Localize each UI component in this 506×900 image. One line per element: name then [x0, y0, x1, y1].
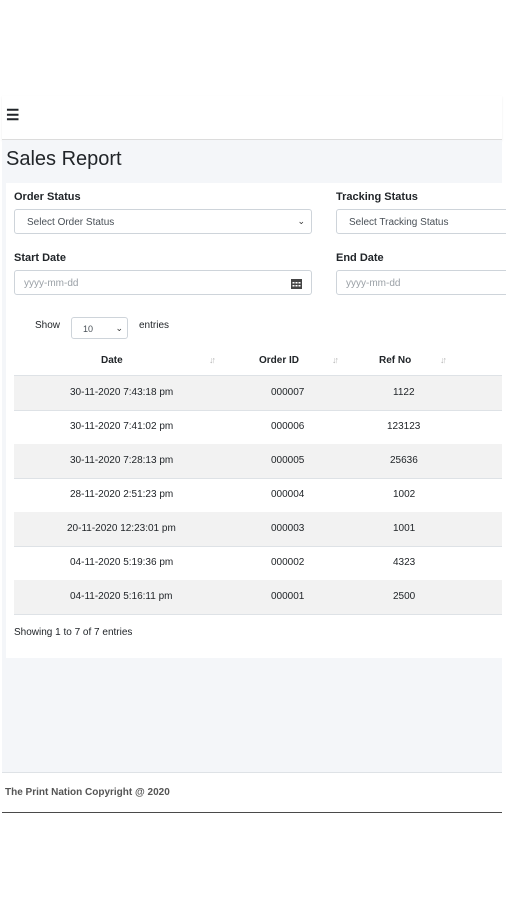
start-date-placeholder: yyyy-mm-dd: [24, 278, 79, 289]
calendar-icon: [291, 279, 302, 289]
start-date-input[interactable]: yyyy-mm-dd: [14, 270, 283, 295]
cell-order-id: 000005: [271, 455, 305, 466]
report-card: Order Status Select Order Status ⌄ Track…: [6, 183, 506, 658]
cell-ref-no: 1001: [393, 523, 416, 534]
tracking-status-value: Select Tracking Status: [349, 217, 449, 228]
table-row: 04-11-2020 5:16:11 pm 000001 2500: [14, 580, 502, 615]
cell-order-id: 000001: [271, 591, 305, 602]
cell-ref-no: 4323: [393, 557, 416, 568]
cell-order-id: 000004: [271, 489, 305, 500]
cell-date: 20-11-2020 12:23:01 pm: [67, 523, 176, 534]
order-status-select[interactable]: Select Order Status ⌄: [14, 209, 312, 234]
footer-copyright: The Print Nation Copyright @ 2020: [5, 787, 170, 798]
top-navbar: ☰: [2, 96, 502, 140]
tracking-status-label: Tracking Status: [336, 191, 418, 203]
chevron-down-icon: ⌄: [297, 216, 305, 226]
page-length-value: 10: [83, 324, 94, 334]
sort-icon[interactable]: ↓↑: [440, 355, 447, 365]
page-length-select[interactable]: 10 ⌄: [71, 317, 128, 339]
cell-date: 28-11-2020 2:51:23 pm: [70, 489, 174, 500]
show-label: Show: [35, 320, 61, 331]
cell-ref-no: 1002: [393, 489, 416, 500]
content-wrapper: Sales Report Order Status Select Order S…: [2, 140, 506, 772]
column-header-ref-no[interactable]: Ref No: [379, 355, 411, 366]
cell-order-id: 000003: [271, 523, 305, 534]
end-date-label: End Date: [336, 252, 384, 264]
column-header-order-id[interactable]: Order ID: [259, 355, 299, 366]
cell-date: 30-11-2020 7:41:02 pm: [70, 421, 174, 432]
entries-label: entries: [139, 320, 170, 331]
cell-ref-no: 123123: [387, 421, 421, 432]
cell-date: 04-11-2020 5:19:36 pm: [70, 557, 174, 568]
cell-ref-no: 25636: [390, 455, 418, 466]
cell-date: 04-11-2020 5:16:11 pm: [70, 591, 173, 602]
end-date-placeholder: yyyy-mm-dd: [346, 278, 401, 289]
cell-date: 30-11-2020 7:43:18 pm: [70, 387, 174, 398]
cell-ref-no: 2500: [393, 591, 416, 602]
table-row: 30-11-2020 7:43:18 pm 000007 1122: [14, 376, 502, 411]
order-status-value: Select Order Status: [27, 217, 115, 228]
sort-icon[interactable]: ↓↑: [332, 355, 339, 365]
bars-icon[interactable]: ☰: [6, 108, 19, 123]
order-status-label: Order Status: [14, 191, 81, 203]
tracking-status-select[interactable]: Select Tracking Status: [336, 209, 506, 234]
calendar-button[interactable]: [282, 270, 312, 295]
table-row: 28-11-2020 2:51:23 pm 000004 1002: [14, 478, 502, 513]
cell-order-id: 000006: [271, 421, 305, 432]
cell-order-id: 000002: [271, 557, 305, 568]
page-title: Sales Report: [6, 148, 122, 170]
table-row: 04-11-2020 5:19:36 pm 000002 4323: [14, 546, 502, 581]
footer: The Print Nation Copyright @ 2020: [2, 772, 502, 813]
cell-order-id: 000007: [271, 387, 305, 398]
start-date-label: Start Date: [14, 252, 66, 264]
table-header: Date ↓↑ Order ID ↓↑ Ref No ↓↑: [14, 349, 502, 376]
end-date-input[interactable]: yyyy-mm-dd: [336, 270, 506, 295]
chevron-down-icon: ⌄: [115, 323, 123, 333]
table-row: 30-11-2020 7:28:13 pm 000005 25636: [14, 444, 502, 479]
sort-icon[interactable]: ↓↑: [209, 355, 216, 365]
table-info: Showing 1 to 7 of 7 entries: [14, 627, 133, 638]
cell-date: 30-11-2020 7:28:13 pm: [70, 455, 174, 466]
cell-ref-no: 1122: [393, 387, 415, 398]
column-header-date[interactable]: Date: [101, 355, 123, 366]
table-row: 20-11-2020 12:23:01 pm 000003 1001: [14, 512, 502, 547]
table-row: 30-11-2020 7:41:02 pm 000006 123123: [14, 410, 502, 445]
